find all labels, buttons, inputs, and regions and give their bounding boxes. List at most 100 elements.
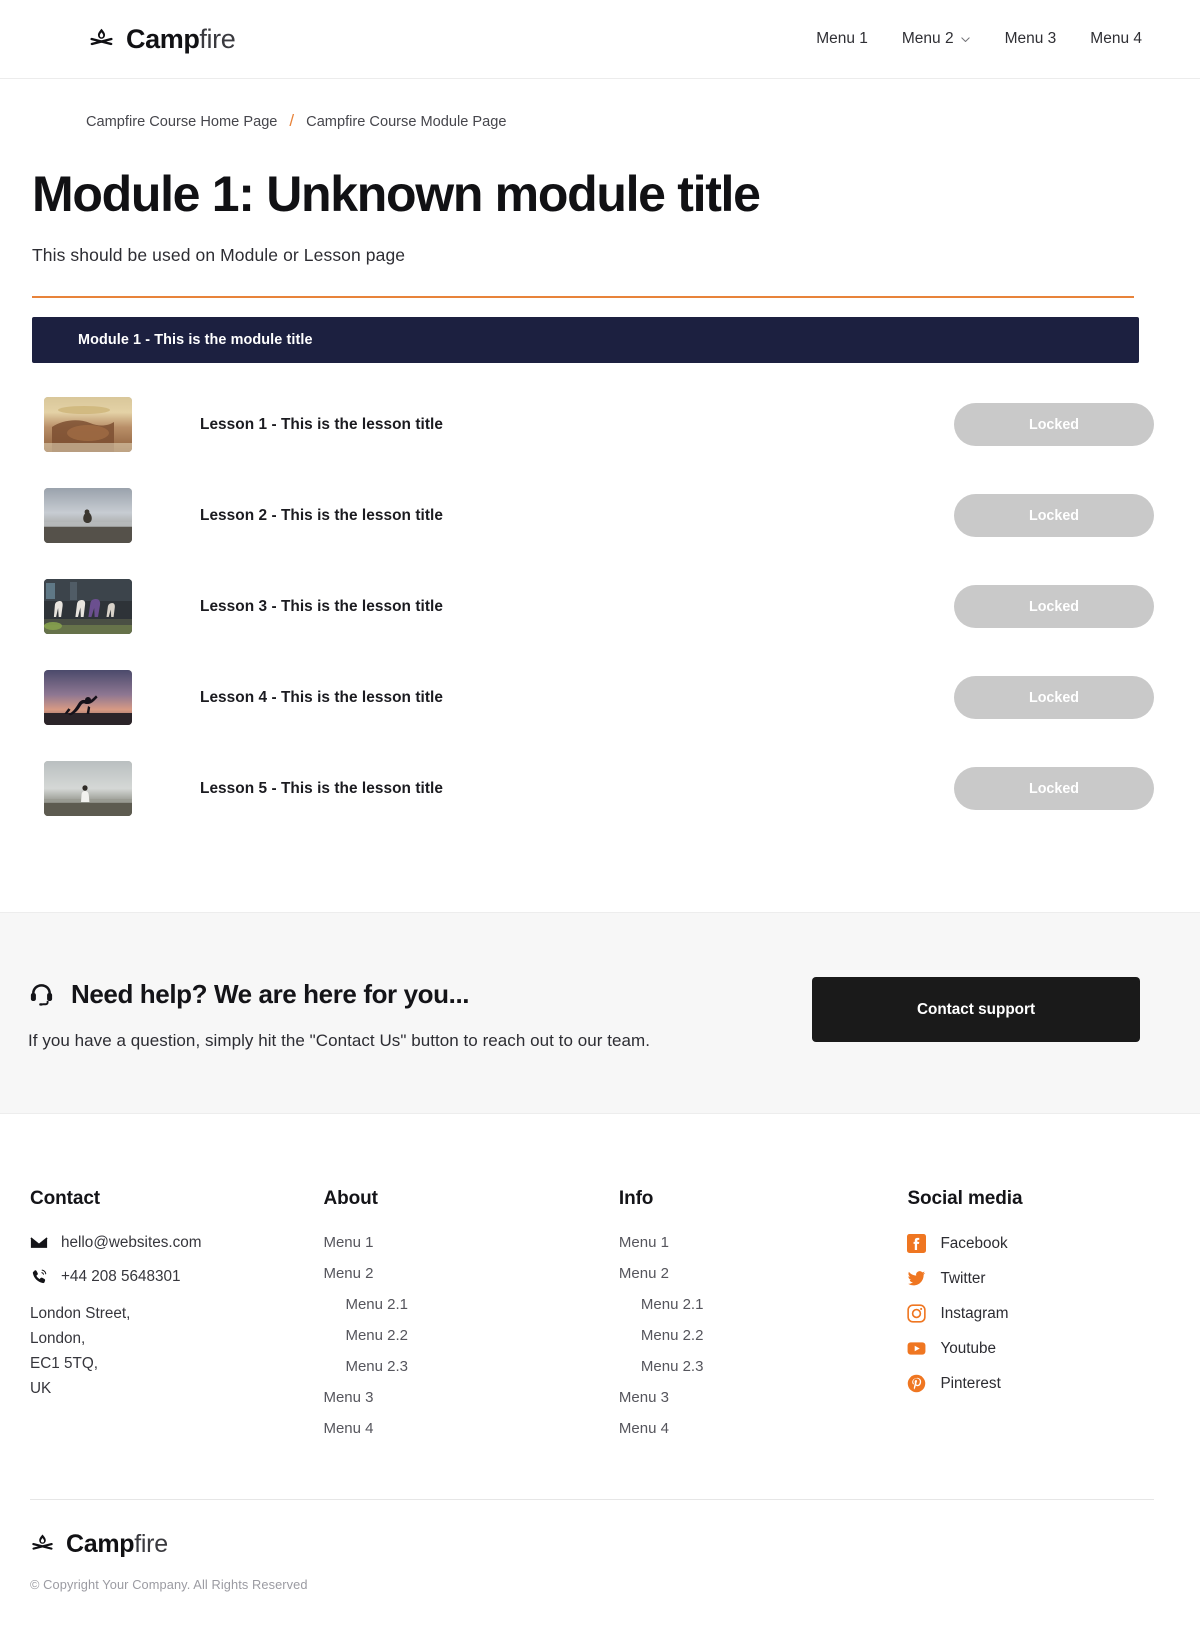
nav-label: Menu 1 bbox=[816, 30, 868, 47]
site-footer: Contact hello@websites.com +44 208 56483… bbox=[0, 1114, 1200, 1451]
footer-about-item[interactable]: Menu 2.3 bbox=[323, 1358, 618, 1375]
lesson-thumbnail bbox=[44, 761, 132, 816]
social-link-twitter[interactable]: Twitter bbox=[907, 1269, 1152, 1288]
footer-email-row[interactable]: hello@websites.com bbox=[30, 1234, 323, 1252]
contact-support-button[interactable]: Contact support bbox=[812, 977, 1140, 1042]
brand-wordmark: Campfire bbox=[126, 23, 236, 54]
page-subtitle: This should be used on Module or Lesson … bbox=[32, 245, 406, 265]
lesson-locked-button[interactable]: Locked bbox=[954, 494, 1154, 537]
site-header: Campfire Menu 1 Menu 2 Menu 3 Menu 4 bbox=[0, 0, 1200, 79]
footer-phone: +44 208 5648301 bbox=[61, 1268, 181, 1285]
lesson-row[interactable]: Lesson 2 - This is the lesson title Lock… bbox=[0, 470, 1200, 561]
help-section: Need help? We are here for you... If you… bbox=[0, 912, 1200, 1114]
lesson-title: Lesson 4 - This is the lesson title bbox=[200, 688, 443, 706]
phone-icon bbox=[30, 1268, 48, 1286]
nav-item-menu-1[interactable]: Menu 1 bbox=[816, 30, 868, 48]
instagram-icon bbox=[907, 1304, 927, 1323]
campfire-icon bbox=[30, 1532, 55, 1557]
footer-brand-light: fire bbox=[134, 1530, 168, 1558]
nav-item-menu-4[interactable]: Menu 4 bbox=[1090, 30, 1142, 48]
footer-email: hello@websites.com bbox=[61, 1234, 202, 1251]
footer-info-item[interactable]: Menu 3 bbox=[619, 1389, 908, 1406]
footer-about-item[interactable]: Menu 3 bbox=[323, 1389, 618, 1406]
footer-info-item[interactable]: Menu 1 bbox=[619, 1234, 908, 1251]
lesson-thumbnail bbox=[44, 488, 132, 543]
social-label: Twitter bbox=[940, 1269, 986, 1287]
lesson-list: Lesson 1 - This is the lesson title Lock… bbox=[0, 379, 1200, 834]
social-label: Youtube bbox=[940, 1339, 997, 1357]
nav-item-menu-2[interactable]: Menu 2 bbox=[902, 30, 971, 48]
brand-logo[interactable]: Campfire bbox=[88, 23, 236, 54]
footer-phone-row[interactable]: +44 208 5648301 bbox=[30, 1268, 323, 1286]
nav-label: Menu 4 bbox=[1090, 30, 1142, 47]
breadcrumb-separator-icon: / bbox=[289, 111, 295, 130]
footer-info-heading: Info bbox=[618, 1188, 654, 1209]
lesson-locked-button[interactable]: Locked bbox=[954, 767, 1154, 810]
lesson-locked-button[interactable]: Locked bbox=[954, 403, 1154, 446]
footer-info-item[interactable]: Menu 2.1 bbox=[619, 1296, 908, 1313]
module-bar-title: Module 1 - This is the module title bbox=[78, 332, 313, 348]
social-link-youtube[interactable]: Youtube bbox=[907, 1339, 1152, 1358]
footer-brand-logo[interactable]: Campfire bbox=[30, 1532, 1154, 1557]
footer-about-item[interactable]: Menu 1 bbox=[323, 1234, 618, 1251]
lesson-title: Lesson 5 - This is the lesson title bbox=[200, 779, 443, 797]
footer-info-item[interactable]: Menu 2.3 bbox=[619, 1358, 908, 1375]
footer-brand-wordmark: Campfire bbox=[66, 1532, 168, 1557]
lesson-title: Lesson 1 - This is the lesson title bbox=[200, 415, 443, 433]
lesson-title: Lesson 2 - This is the lesson title bbox=[200, 506, 443, 524]
brand-name-light: fire bbox=[199, 23, 236, 54]
help-text-block: Need help? We are here for you... If you… bbox=[28, 975, 812, 1051]
lesson-thumbnail bbox=[44, 579, 132, 634]
footer-brand-bold: Camp bbox=[66, 1530, 135, 1558]
footer-info-item[interactable]: Menu 4 bbox=[619, 1420, 908, 1437]
lesson-thumbnail bbox=[44, 397, 132, 452]
footer-info-item[interactable]: Menu 2 bbox=[619, 1265, 908, 1282]
help-heading: Need help? We are here for you... bbox=[71, 979, 470, 1009]
headset-icon bbox=[28, 981, 55, 1008]
footer-info-item[interactable]: Menu 2.2 bbox=[619, 1327, 908, 1344]
lesson-row[interactable]: Lesson 1 - This is the lesson title Lock… bbox=[0, 379, 1200, 470]
social-label: Instagram bbox=[940, 1304, 1009, 1322]
footer-bottom: Campfire © Copyright Your Company. All R… bbox=[30, 1499, 1154, 1632]
chevron-down-icon bbox=[960, 34, 971, 45]
twitter-icon bbox=[907, 1269, 926, 1288]
facebook-icon bbox=[907, 1234, 927, 1253]
accent-divider bbox=[32, 296, 1134, 298]
breadcrumb: Campfire Course Home Page / Campfire Cou… bbox=[0, 79, 1200, 132]
social-link-instagram[interactable]: Instagram bbox=[907, 1304, 1152, 1323]
copyright-text: © Copyright Your Company. All Rights Res… bbox=[30, 1577, 308, 1592]
campfire-icon bbox=[88, 26, 115, 53]
footer-about-item[interactable]: Menu 2.1 bbox=[323, 1296, 618, 1313]
social-link-pinterest[interactable]: Pinterest bbox=[907, 1374, 1152, 1393]
envelope-icon bbox=[30, 1234, 48, 1252]
help-subtext: If you have a question, simply hit the "… bbox=[28, 1031, 650, 1050]
breadcrumb-home-link[interactable]: Campfire Course Home Page bbox=[86, 114, 277, 130]
page-title: Module 1: Unknown module title bbox=[32, 166, 761, 222]
footer-about-heading: About bbox=[323, 1188, 378, 1209]
lesson-thumbnail bbox=[44, 670, 132, 725]
footer-column-social: Social media Facebook Twitter Instagram … bbox=[907, 1188, 1152, 1451]
footer-about-item[interactable]: Menu 2.2 bbox=[323, 1327, 618, 1344]
breadcrumb-current[interactable]: Campfire Course Module Page bbox=[306, 114, 506, 130]
lesson-row[interactable]: Lesson 3 - This is the lesson title Lock… bbox=[0, 561, 1200, 652]
lesson-locked-button[interactable]: Locked bbox=[954, 585, 1154, 628]
footer-column-about: About Menu 1 Menu 2 Menu 2.1 Menu 2.2 Me… bbox=[323, 1188, 618, 1451]
footer-column-contact: Contact hello@websites.com +44 208 56483… bbox=[30, 1188, 323, 1451]
social-label: Facebook bbox=[940, 1234, 1008, 1252]
lesson-locked-button[interactable]: Locked bbox=[954, 676, 1154, 719]
footer-about-item[interactable]: Menu 4 bbox=[323, 1420, 618, 1437]
main-navigation: Menu 1 Menu 2 Menu 3 Menu 4 bbox=[816, 30, 1142, 48]
nav-label: Menu 3 bbox=[1004, 30, 1057, 47]
pinterest-icon bbox=[907, 1374, 926, 1393]
lesson-row[interactable]: Lesson 5 - This is the lesson title Lock… bbox=[0, 743, 1200, 834]
lesson-row[interactable]: Lesson 4 - This is the lesson title Lock… bbox=[0, 652, 1200, 743]
social-link-facebook[interactable]: Facebook bbox=[907, 1234, 1152, 1253]
help-heading-row: Need help? We are here for you... bbox=[28, 979, 812, 1010]
nav-label: Menu 2 bbox=[901, 30, 954, 47]
module-header-bar: Module 1 - This is the module title bbox=[32, 317, 1139, 363]
page-heading-block: Module 1: Unknown module title This shou… bbox=[0, 132, 1200, 363]
footer-social-heading: Social media bbox=[907, 1188, 1023, 1209]
nav-item-menu-3[interactable]: Menu 3 bbox=[1005, 30, 1057, 48]
footer-column-info: Info Menu 1 Menu 2 Menu 2.1 Menu 2.2 Men… bbox=[619, 1188, 908, 1451]
footer-about-item[interactable]: Menu 2 bbox=[323, 1265, 618, 1282]
